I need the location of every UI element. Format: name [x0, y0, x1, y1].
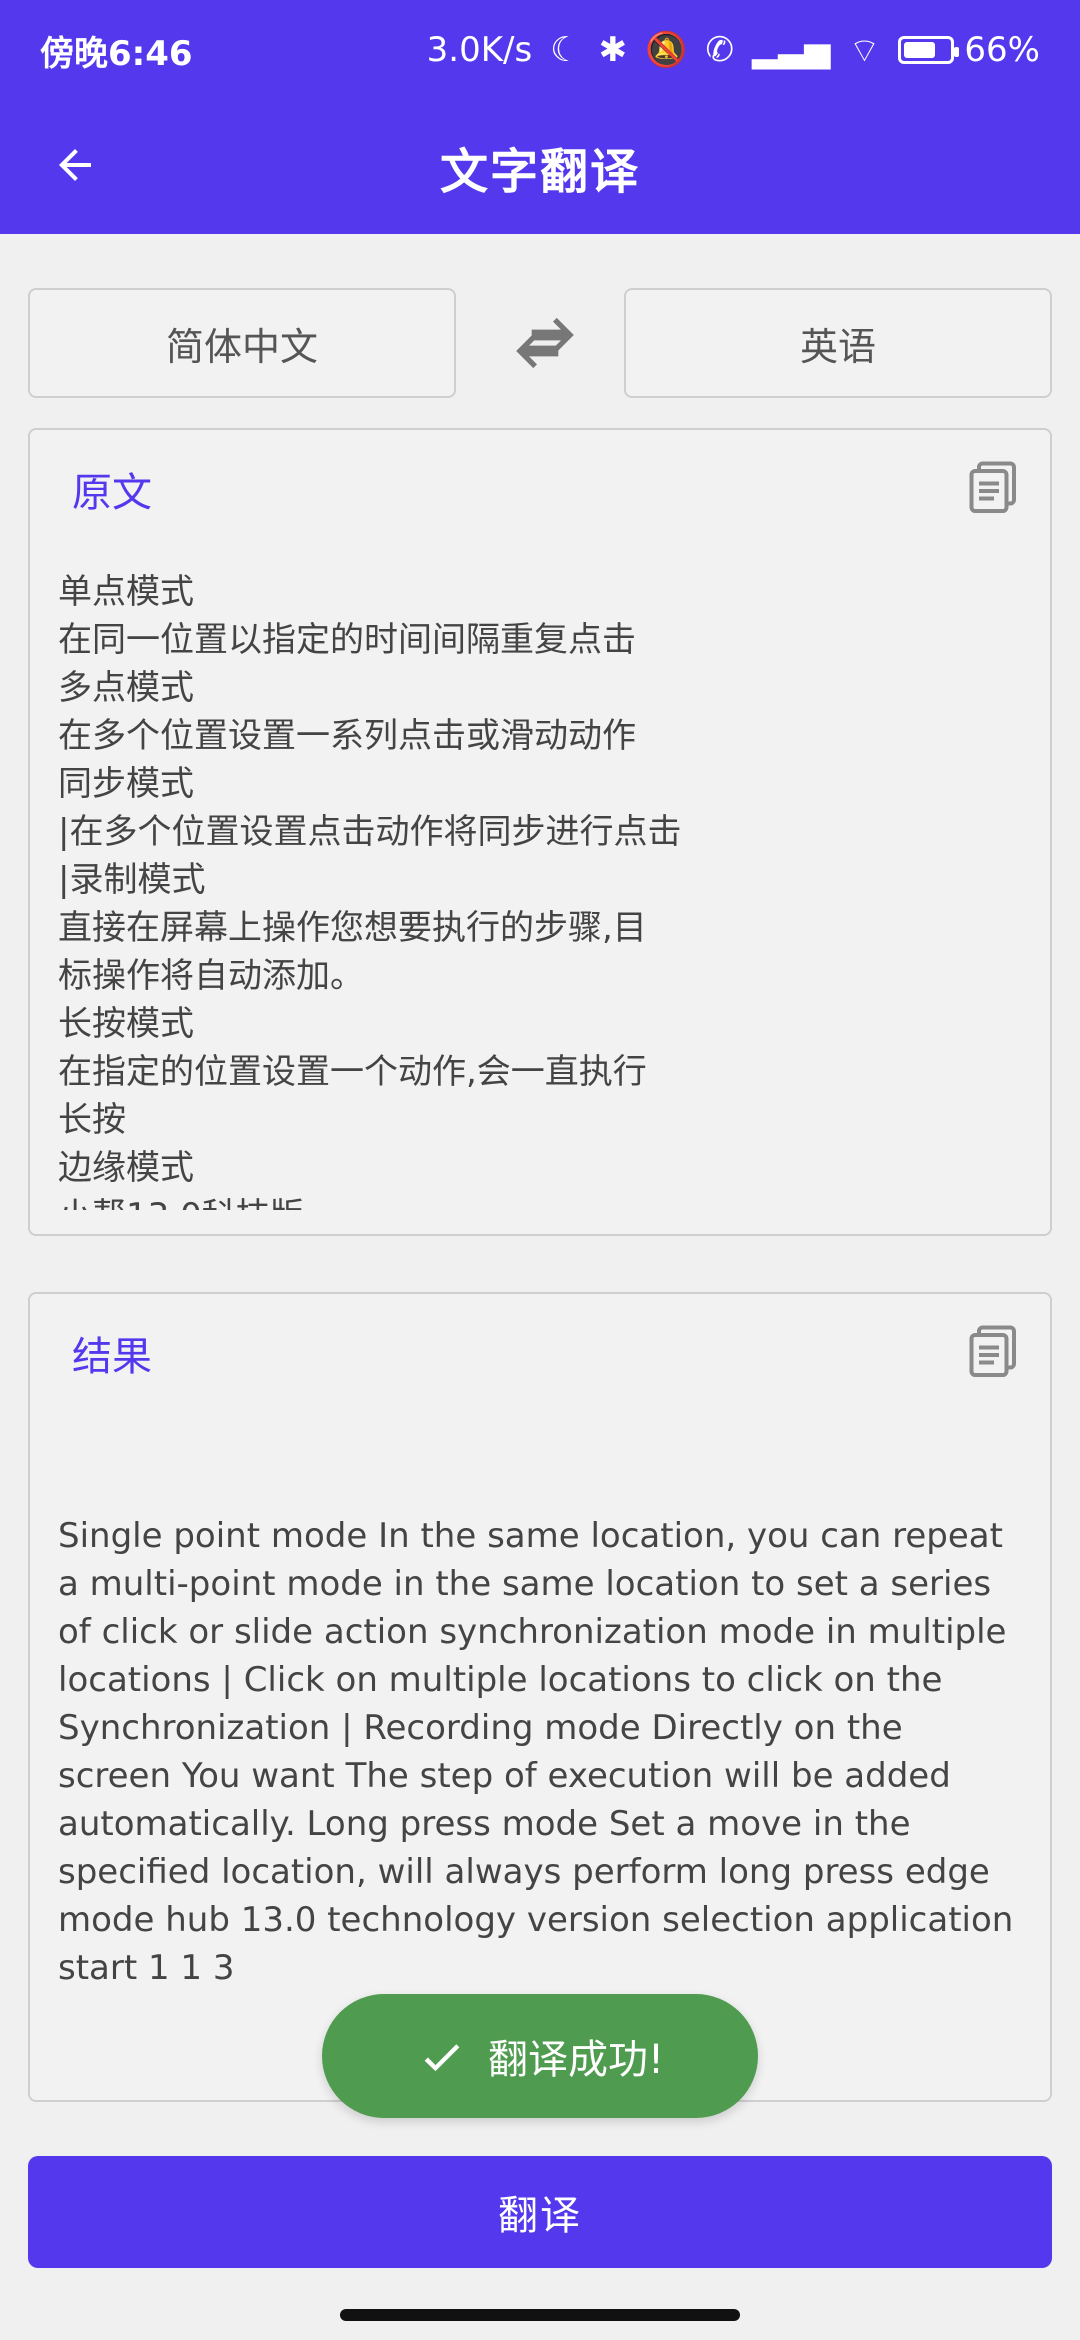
page-title: 文字翻译	[439, 144, 640, 200]
target-language-label: 英语	[799, 324, 876, 369]
translate-button[interactable]: 翻译	[28, 2156, 1052, 2268]
page: 傍晚6:46 3.0K/s ☾ ✱ 🔕 ✆ ▂▃▅ ⌔ 66% 文字翻译 简体中…	[0, 0, 1080, 2340]
mute-bell-icon: 🔕	[645, 30, 688, 70]
swap-icon	[516, 317, 574, 369]
source-language-label: 简体中文	[165, 324, 318, 369]
signal-icon: ▂▃▅	[752, 30, 831, 70]
status-right: 3.0K/s ☾ ✱ 🔕 ✆ ▂▃▅ ⌔ 66%	[427, 29, 1040, 72]
success-toast: 翻译成功!	[322, 1994, 758, 2118]
bluetooth-icon: ✱	[598, 30, 628, 70]
source-panel: 原文 单点模式 在同一位置以指定的时间间隔重复点击 多点模式 在多个位置设置一系…	[28, 428, 1052, 1236]
result-text: Single point mode In the same location, …	[58, 1516, 1014, 1988]
toast-message: 翻译成功!	[487, 2037, 665, 2083]
result-title: 结果	[72, 1334, 152, 1380]
language-selector-row: 简体中文 英语	[28, 288, 1052, 398]
copy-source-button[interactable]	[964, 456, 1024, 516]
target-language-button[interactable]: 英语	[624, 288, 1052, 398]
source-language-button[interactable]: 简体中文	[28, 288, 456, 398]
source-text[interactable]: 单点模式 在同一位置以指定的时间间隔重复点击 多点模式 在多个位置设置一系列点击…	[58, 568, 1022, 1210]
translate-button-label: 翻译	[498, 2193, 582, 2239]
app-bar: 文字翻译	[0, 100, 1080, 234]
swap-languages-button[interactable]	[510, 308, 580, 378]
copy-icon	[969, 1325, 1016, 1377]
status-time: 傍晚6:46	[40, 33, 193, 74]
back-button[interactable]	[40, 130, 110, 200]
result-panel: 结果 Single point mode In the same locatio…	[28, 1292, 1052, 2102]
source-title: 原文	[72, 470, 152, 516]
copy-icon	[969, 461, 1016, 513]
check-icon	[424, 2044, 460, 2072]
moon-icon: ☾	[550, 30, 581, 70]
status-bar: 傍晚6:46 3.0K/s ☾ ✱ 🔕 ✆ ▂▃▅ ⌔ 66%	[0, 0, 1080, 100]
copy-result-button[interactable]	[964, 1320, 1024, 1380]
call-icon: ✆	[705, 30, 735, 70]
wifi-icon: ⌔	[848, 30, 881, 71]
network-speed: 3.0K/s	[426, 30, 533, 70]
arrow-left-icon	[59, 149, 91, 181]
battery-percent: 66%	[964, 30, 1040, 70]
battery-indicator: 66%	[898, 30, 1040, 70]
home-indicator[interactable]	[340, 2309, 740, 2321]
battery-icon	[898, 36, 960, 64]
